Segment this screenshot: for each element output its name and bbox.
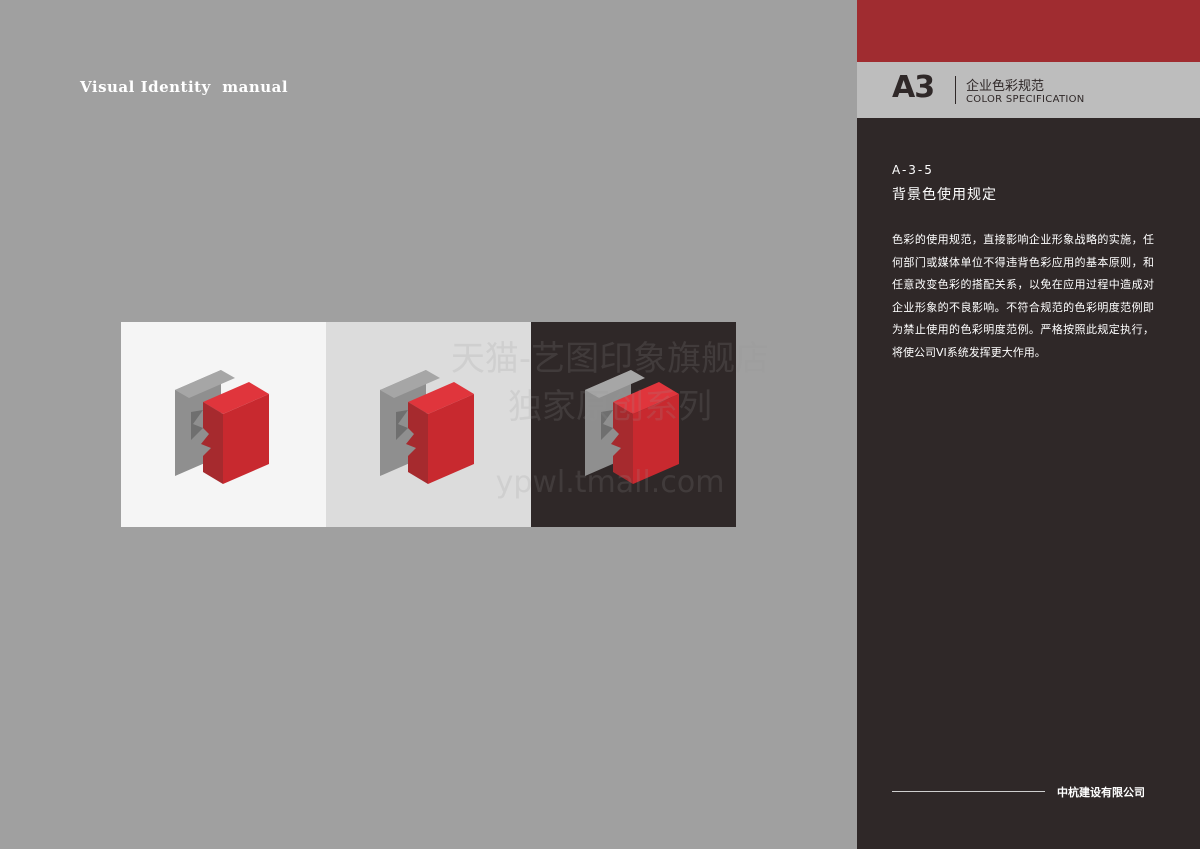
chapter-title-en: COLOR SPECIFICATION: [966, 94, 1085, 105]
company-logo-icon: [175, 370, 269, 484]
company-logo-icon: [585, 370, 679, 484]
panel-accent-bar: [857, 0, 1200, 62]
panel-header: A3 企业色彩规范 COLOR SPECIFICATION: [857, 62, 1200, 118]
section-title: 背景色使用规定: [892, 187, 997, 203]
chapter-title-cn: 企业色彩规范: [966, 79, 1045, 94]
swatch-gray: [326, 322, 531, 527]
company-logo-icon: [380, 370, 474, 484]
header-divider: [955, 76, 956, 104]
swatch-light: [121, 322, 326, 527]
chapter-code: A3: [892, 70, 935, 105]
footer-divider: [892, 791, 1045, 792]
section-code: A-3-5: [892, 163, 934, 177]
manual-title: Visual Identity manual: [80, 78, 289, 96]
background-swatch-row: [121, 322, 736, 527]
section-body: 色彩的使用规范，直接影响企业形象战略的实施，任何部门或媒体单位不得违背色彩应用的…: [892, 233, 1154, 359]
swatch-dark: [531, 322, 736, 527]
info-panel: A3 企业色彩规范 COLOR SPECIFICATION A-3-5 背景色使…: [857, 0, 1200, 849]
company-name: 中杭建设有限公司: [1057, 786, 1145, 799]
